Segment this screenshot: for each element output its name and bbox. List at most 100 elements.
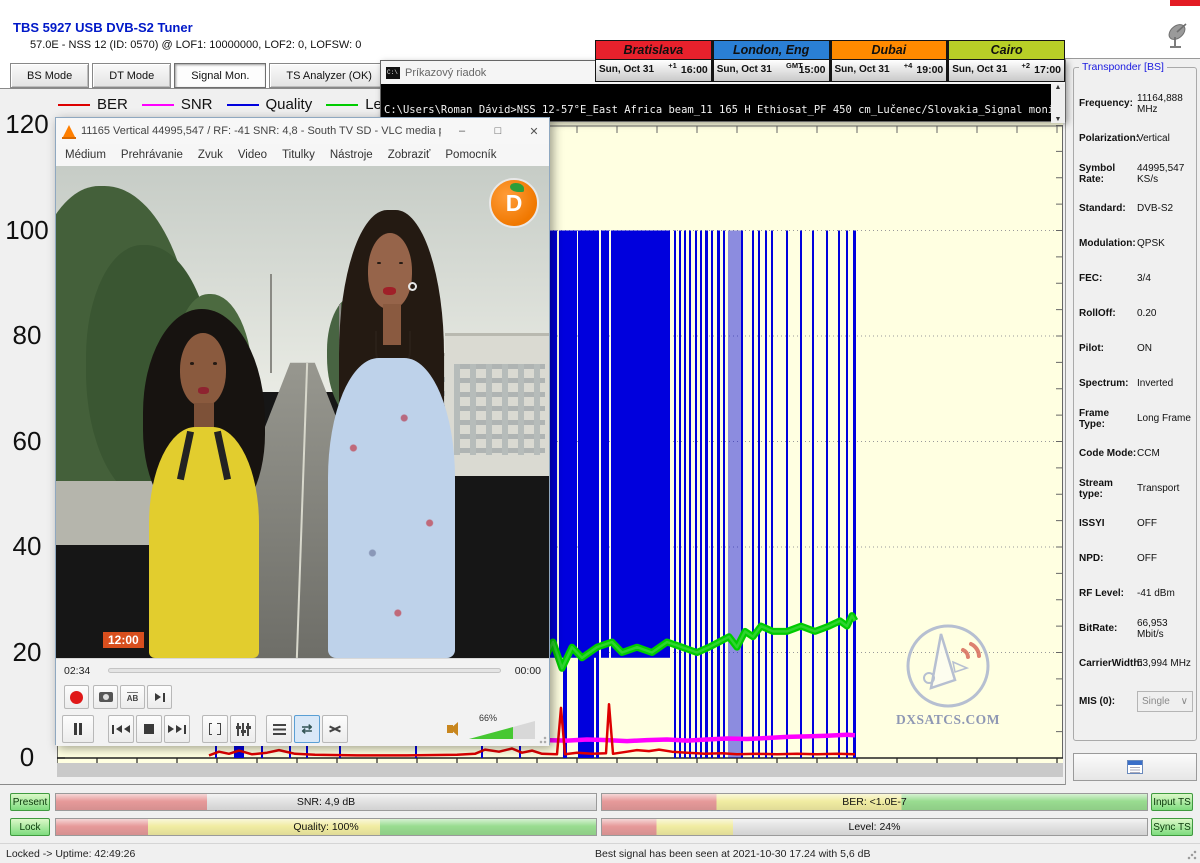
mode-button-signal-mon-[interactable]: Signal Mon. <box>174 63 266 88</box>
y-axis-label: 100 <box>2 215 52 246</box>
vlc-video-area[interactable]: D 12:00 <box>56 166 549 658</box>
scroll-down-icon[interactable]: ▼ <box>1055 116 1062 123</box>
presenter-left <box>135 309 273 658</box>
status-bar: Locked -> Uptime: 42:49:26 Best signal h… <box>0 843 1200 863</box>
quality-bar: Quality: 100% <box>55 818 597 836</box>
legend-line-icon <box>58 104 90 106</box>
present-button[interactable]: Present <box>10 793 50 811</box>
maximize-button[interactable]: □ <box>483 125 513 137</box>
transponder-row-label: CarrierWidth: <box>1079 658 1137 669</box>
snr-bar-text: SNR: 4,9 dB <box>297 796 355 808</box>
fullscreen-button[interactable] <box>202 715 228 743</box>
transponder-row-value: -41 dBm <box>1137 588 1175 599</box>
video-building <box>445 333 549 476</box>
floral-top <box>328 358 455 658</box>
playlist-button[interactable] <box>266 715 292 743</box>
transponder-row: Standard:DVB-S2 <box>1079 191 1193 226</box>
mode-button-ts-analyzer-ok-[interactable]: TS Analyzer (OK) <box>269 63 389 88</box>
vlc-menu-item[interactable]: Nástroje <box>330 149 373 161</box>
transponder-row: FEC:3/4 <box>1079 261 1193 296</box>
command-prompt-scrollbar[interactable]: ▲ ▼ <box>1051 84 1065 123</box>
stop-button[interactable] <box>136 715 162 743</box>
input-ts-button[interactable]: Input TS <box>1151 793 1193 811</box>
minimize-button[interactable]: – <box>447 125 477 137</box>
transponder-row-label: Spectrum: <box>1079 378 1137 389</box>
transponder-rows: Frequency:11164,888 MHzPolarization:Vert… <box>1079 86 1193 712</box>
mode-button-dt-mode[interactable]: DT Mode <box>92 63 171 88</box>
transponder-row-value: 11164,888 MHz <box>1137 93 1193 115</box>
next-icon <box>184 725 186 734</box>
transponder-row-value: Vertical <box>1137 133 1170 144</box>
clock-cairo: CairoSun, Oct 31+217:00 <box>947 40 1065 82</box>
transponder-row: Pilot:ON <box>1079 331 1193 366</box>
legend-item-quality: Quality <box>227 96 313 113</box>
next-button[interactable] <box>164 715 190 743</box>
pause-button[interactable] <box>62 715 94 743</box>
lock-uptime-status: Locked -> Uptime: 42:49:26 <box>6 848 135 860</box>
transponder-row: Symbol Rate:44995,547 KS/s <box>1079 156 1193 191</box>
record-button[interactable] <box>64 685 89 709</box>
legend-line-icon <box>326 104 358 106</box>
snapshot-button[interactable] <box>93 685 118 709</box>
sync-ts-button[interactable]: Sync TS <box>1151 818 1193 836</box>
transponder-row-label: BitRate: <box>1079 623 1137 634</box>
vlc-cone-icon <box>63 125 75 137</box>
prev-icon <box>124 725 130 733</box>
volume-slider[interactable] <box>469 721 535 739</box>
building-windows <box>454 364 545 455</box>
transponder-row-value: 53,994 MHz <box>1137 658 1191 669</box>
legend-label: BER <box>97 96 128 113</box>
ab-loop-button[interactable]: AB <box>120 685 145 709</box>
mode-button-bs-mode[interactable]: BS Mode <box>10 63 89 88</box>
transponder-row-value: ON <box>1137 343 1152 354</box>
transponder-row-value: QPSK <box>1137 238 1165 249</box>
clock-time: 15:00 <box>799 64 826 76</box>
vlc-menu-item[interactable]: Prehrávanie <box>121 149 183 161</box>
vlc-menu-item[interactable]: Pomocník <box>445 149 496 161</box>
stop-icon <box>144 724 154 734</box>
speaker-icon[interactable] <box>447 725 453 733</box>
y-axis-label: 0 <box>2 742 52 773</box>
clock-body: Sun, Oct 31GMT15:00 <box>714 60 829 81</box>
loop-button[interactable]: ⇄ <box>294 715 320 743</box>
seek-bar[interactable] <box>108 668 501 673</box>
clock-time: 19:00 <box>916 64 943 76</box>
transponder-panel: Transponder [BS] Frequency:11164,888 MHz… <box>1065 58 1200 785</box>
vlc-menu-item[interactable]: Video <box>238 149 267 161</box>
transponder-row: Frame Type:Long Frame <box>1079 401 1193 436</box>
ab-loop-icon: AB <box>127 692 139 703</box>
frame-by-frame-button[interactable] <box>147 685 172 709</box>
mode-button-bar: BS ModeDT ModeSignal Mon.TS Analyzer (OK… <box>10 63 389 88</box>
transponder-row-value: Transport <box>1137 483 1179 494</box>
previous-button[interactable] <box>108 715 134 743</box>
y-axis-label: 120 <box>2 109 52 140</box>
report-button[interactable] <box>1073 753 1197 781</box>
vlc-controls: 02:34 00:00 AB ⇄ 66% <box>56 658 549 746</box>
lock-button[interactable]: Lock <box>10 818 50 836</box>
clock-city: Dubai <box>832 41 947 60</box>
close-button[interactable]: ✕ <box>519 125 549 138</box>
window-resize-grip[interactable] <box>1187 850 1197 860</box>
transponder-row-label: RollOff: <box>1079 308 1137 319</box>
legend-label: Quality <box>266 96 313 113</box>
clock-date: Sun, Oct 31 <box>835 64 890 75</box>
tv-channel-logo: D <box>489 178 539 228</box>
presenter-right <box>322 210 460 658</box>
vlc-menu-item[interactable]: Zobraziť <box>388 149 431 161</box>
screen: TBS 5927 USB DVB-S2 Tuner 57.0E - NSS 12… <box>0 0 1200 863</box>
vlc-menu-item[interactable]: Zvuk <box>198 149 223 161</box>
vlc-window: 11165 Vertical 44995,547 / RF: -41 SNR: … <box>55 117 550 745</box>
y-axis-label: 40 <box>2 531 52 562</box>
scroll-up-icon[interactable]: ▲ <box>1055 84 1062 91</box>
vlc-menu-item[interactable]: Médium <box>65 149 106 161</box>
vlc-resize-grip[interactable] <box>539 736 547 744</box>
transponder-row-value: 0.20 <box>1137 308 1156 319</box>
transponder-row: Code Mode:CCM <box>1079 436 1193 471</box>
vlc-titlebar[interactable]: 11165 Vertical 44995,547 / RF: -41 SNR: … <box>56 118 549 144</box>
clock-london-eng: London, EngSun, Oct 31GMT15:00 <box>712 40 830 82</box>
mis-select[interactable]: Single∨ <box>1137 691 1193 712</box>
transponder-groupbox: Transponder [BS] Frequency:11164,888 MHz… <box>1073 67 1197 741</box>
vlc-menu-item[interactable]: Titulky <box>282 149 315 161</box>
shuffle-button[interactable] <box>322 715 348 743</box>
equalizer-button[interactable] <box>230 715 256 743</box>
